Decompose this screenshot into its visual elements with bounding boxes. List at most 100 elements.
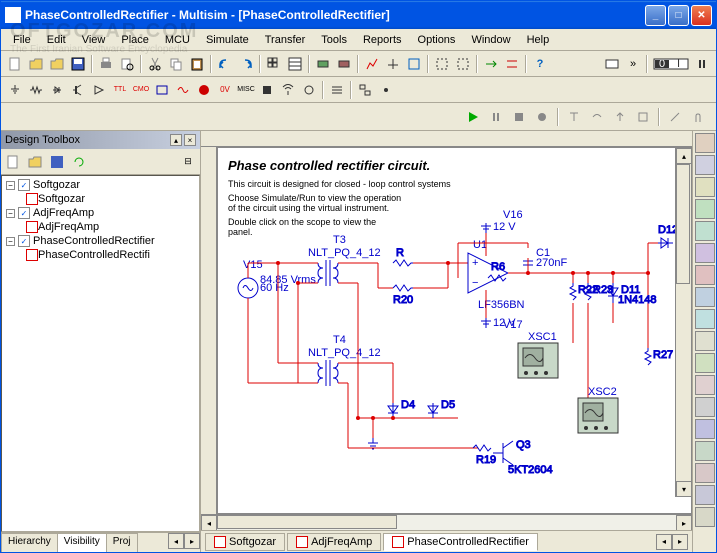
help-button[interactable]: ? <box>530 54 550 74</box>
save-button[interactable] <box>68 54 88 74</box>
minimize-button[interactable]: _ <box>645 5 666 26</box>
indicator-icon[interactable] <box>194 80 214 100</box>
cut-button[interactable] <box>145 54 165 74</box>
diode-icon[interactable] <box>47 80 67 100</box>
tab-hierarchy[interactable]: Hierarchy <box>1 533 58 552</box>
resistor-icon[interactable] <box>26 80 46 100</box>
component-r[interactable] <box>393 260 413 266</box>
scroll-left-button[interactable]: ◂ <box>201 515 217 531</box>
menu-file[interactable]: File <box>5 32 39 48</box>
wordgen-button[interactable] <box>695 287 715 307</box>
menu-window[interactable]: Window <box>463 32 518 48</box>
component2-button[interactable] <box>334 54 354 74</box>
panel-refresh-button[interactable] <box>69 152 89 172</box>
toggle2-button[interactable]: » <box>623 54 643 74</box>
component-r27[interactable] <box>645 348 651 365</box>
step-over-button[interactable] <box>587 107 607 127</box>
tree-item-phaserect[interactable]: − ✓ PhaseControlledRectifier <box>4 234 197 248</box>
paste-button[interactable] <box>187 54 207 74</box>
misc-dig-icon[interactable] <box>152 80 172 100</box>
junction-icon[interactable] <box>376 80 396 100</box>
logicana-button[interactable] <box>695 309 715 329</box>
ttl-icon[interactable]: TTL <box>110 80 130 100</box>
netana-button[interactable] <box>695 419 715 439</box>
copy-button[interactable] <box>166 54 186 74</box>
component-d4[interactable]: D4 <box>388 399 415 418</box>
transistor-icon[interactable] <box>68 80 88 100</box>
component-button[interactable] <box>313 54 333 74</box>
component-q3[interactable]: Q3 5KT2604 <box>493 439 553 476</box>
menu-edit[interactable]: Edit <box>39 32 74 48</box>
scrollbar-vertical[interactable]: ▴ ▾ <box>675 148 691 497</box>
graph-button[interactable] <box>362 54 382 74</box>
hand-icon[interactable] <box>688 107 708 127</box>
undo-button[interactable] <box>215 54 235 74</box>
redo-button[interactable] <box>236 54 256 74</box>
pause-button[interactable] <box>486 107 506 127</box>
mixed-icon[interactable] <box>173 80 193 100</box>
tree-child-softgozar[interactable]: Softgozar <box>24 192 197 206</box>
bus-icon[interactable] <box>327 80 347 100</box>
tree-expand-icon[interactable]: − <box>6 209 15 218</box>
grid-button[interactable] <box>264 54 284 74</box>
panel-pin-button[interactable]: ▴ <box>170 134 182 146</box>
component-xsc2[interactable]: XSC2 <box>578 386 618 433</box>
close-button[interactable]: ✕ <box>691 5 712 26</box>
freqcount-button[interactable] <box>695 265 715 285</box>
tree-expand-icon[interactable]: − <box>6 181 15 190</box>
analysis-button[interactable] <box>383 54 403 74</box>
scrollbar-horizontal[interactable]: ◂ ▸ <box>201 514 692 530</box>
scroll-up-button[interactable]: ▴ <box>676 148 692 164</box>
misc-icon[interactable]: MISC <box>236 80 256 100</box>
power-icon[interactable]: 0V <box>215 80 235 100</box>
ivana-button[interactable] <box>695 353 715 373</box>
open-button[interactable] <box>26 54 46 74</box>
multimeter-button[interactable] <box>695 133 715 153</box>
menu-simulate[interactable]: Simulate <box>198 32 257 48</box>
panel-collapse-button[interactable]: ⊟ <box>178 152 198 172</box>
tab-scroll-left[interactable]: ◂ <box>656 534 672 550</box>
doc-tab-adjfreqamp[interactable]: AdjFreqAmp <box>287 533 381 551</box>
select-crop-button[interactable] <box>432 54 452 74</box>
tree-child-phaserect[interactable]: PhaseControlledRectifi <box>24 248 197 262</box>
tree-checkbox[interactable]: ✓ <box>18 235 30 247</box>
step-into-button[interactable] <box>564 107 584 127</box>
stop-button[interactable] <box>509 107 529 127</box>
component-v15[interactable]: 84.85 Vrms 60 Hz V15 <box>238 259 316 298</box>
step4-button[interactable] <box>633 107 653 127</box>
component-r20[interactable] <box>393 285 413 291</box>
component-xsc1[interactable]: XSC1 <box>518 331 558 378</box>
component-opamp[interactable]: + − U1 LF356BN <box>468 233 525 318</box>
cmos-icon[interactable]: CMO <box>131 80 151 100</box>
wattmeter-button[interactable] <box>695 177 715 197</box>
panel-save-button[interactable] <box>47 152 67 172</box>
component-v16[interactable]: V16 12 V <box>481 209 523 233</box>
component-ground[interactable] <box>368 438 378 449</box>
xfer-button[interactable] <box>481 54 501 74</box>
scope-button[interactable] <box>695 199 715 219</box>
print-button[interactable] <box>96 54 116 74</box>
record-button[interactable] <box>532 107 552 127</box>
doc-tab-phaserect[interactable]: PhaseControlledRectifier <box>383 533 538 551</box>
probe-button[interactable] <box>665 107 685 127</box>
component-r22[interactable] <box>570 283 576 300</box>
doc-tab-softgozar[interactable]: Softgozar <box>205 533 285 551</box>
opamp-icon[interactable] <box>89 80 109 100</box>
component-d5[interactable]: D5 <box>428 399 455 418</box>
pause-sim-button[interactable] <box>692 54 712 74</box>
agmm-button[interactable] <box>695 463 715 483</box>
agfg-button[interactable] <box>695 441 715 461</box>
tree-child-adjfreqamp[interactable]: AdjFreqAmp <box>24 220 197 234</box>
scroll-right-button[interactable]: ▸ <box>676 515 692 531</box>
tab-scroll-right[interactable]: ▸ <box>672 534 688 550</box>
hier-icon[interactable] <box>355 80 375 100</box>
run-button[interactable] <box>463 107 483 127</box>
component-d11[interactable]: D11 1N4148 <box>608 283 657 306</box>
scope4-button[interactable] <box>695 221 715 241</box>
scroll-down-button[interactable]: ▾ <box>676 481 692 497</box>
menu-reports[interactable]: Reports <box>355 32 410 48</box>
spreadsheet-button[interactable] <box>285 54 305 74</box>
panel-close-button[interactable]: × <box>184 134 196 146</box>
schematic-canvas[interactable]: Phase controlled rectifier circuit. This… <box>217 147 692 514</box>
tree-checkbox[interactable]: ✓ <box>18 207 30 219</box>
